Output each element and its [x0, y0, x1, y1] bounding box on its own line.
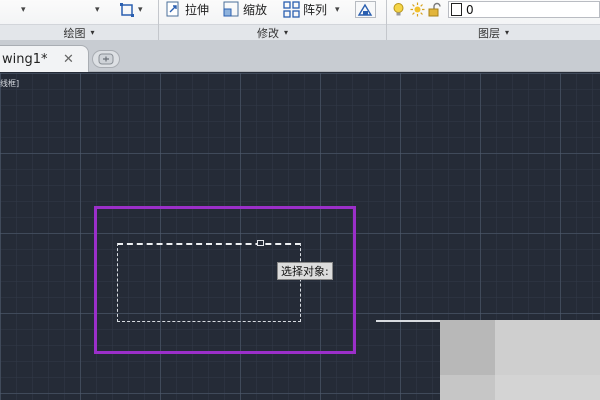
command-prompt-text: 选择对象: [281, 265, 329, 278]
drawing-tab[interactable]: wing1* ✕ [0, 45, 89, 72]
drawing-tab-label: wing1* [2, 51, 48, 67]
layers-panel-title-label: 图层 [477, 26, 500, 40]
draw-dropdown-1[interactable]: ▾ [18, 1, 26, 18]
new-drawing-tab-button[interactable] [92, 50, 120, 68]
array-label: 阵列 [303, 3, 328, 17]
blurred-region [440, 320, 495, 375]
stretch-button[interactable]: 拉伸 [165, 1, 209, 18]
lightbulb-icon [393, 2, 404, 15]
layer-color-swatch [451, 3, 462, 16]
chevron-down-icon: ▾ [504, 28, 509, 37]
blurred-region [440, 375, 495, 400]
drawing-canvas[interactable]: 线框] 选择对象: [0, 73, 600, 400]
draw-panel-title-label: 绘图 [63, 26, 86, 40]
draw-dropdown-2[interactable]: ▾ [92, 1, 100, 18]
modify-tool-button[interactable] [355, 1, 376, 18]
modify-panel-title[interactable]: 修改 ▾ [159, 24, 386, 40]
selection-grip[interactable] [257, 240, 264, 246]
array-button[interactable]: 阵列 ▾ [283, 1, 340, 18]
layer-freeze-button[interactable] [410, 1, 425, 18]
layers-panel-title[interactable]: 图层 ▾ [387, 24, 600, 40]
sun-icon [410, 2, 425, 17]
modify-panel-title-label: 修改 [256, 26, 279, 40]
close-icon[interactable]: ✕ [63, 52, 74, 67]
stretch-icon [166, 1, 179, 17]
rectangle-tool-icon [120, 2, 134, 17]
blurred-region [495, 320, 600, 375]
modify-tool-icon [357, 3, 373, 16]
scale-button[interactable]: 缩放 [223, 1, 267, 18]
command-prompt-tooltip: 选择对象: [277, 262, 333, 280]
chevron-down-icon: ▾ [90, 28, 95, 37]
draw-panel-title[interactable]: 绘图 ▾ [0, 24, 158, 40]
stretch-label: 拉伸 [185, 3, 210, 17]
array-dropdown-icon[interactable]: ▾ [335, 5, 340, 15]
document-tab-bar: wing1* ✕ [0, 40, 600, 72]
layer-lock-button[interactable] [428, 1, 442, 18]
current-layer-name: 0 [466, 2, 474, 17]
scale-label: 缩放 [243, 3, 268, 17]
unlock-icon [428, 2, 441, 16]
scale-icon [223, 1, 239, 17]
viewport-controls-label[interactable]: 线框] [0, 78, 19, 89]
rectangle-tool-button[interactable]: ▾ [119, 1, 143, 18]
new-tab-icon [98, 53, 114, 65]
selection-window [117, 243, 301, 322]
array-icon [283, 1, 300, 18]
chevron-down-icon: ▾ [283, 28, 288, 37]
layer-dropdown[interactable]: 0 [448, 1, 600, 18]
ribbon: ▾ ▾ ▾ 绘图 ▾ 拉伸 缩放 阵列 ▾ 修改 ▾ 0 图层 ▾ [0, 0, 600, 40]
layer-on-button[interactable] [392, 1, 405, 18]
blurred-region [495, 375, 600, 400]
